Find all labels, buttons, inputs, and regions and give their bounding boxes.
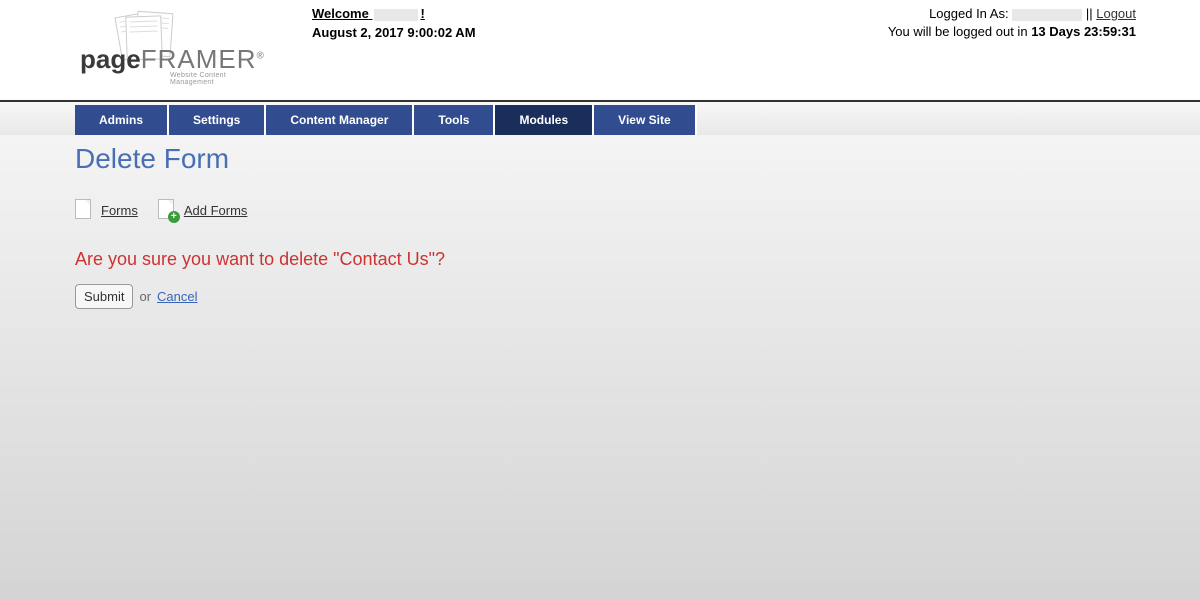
logged-in-line: Logged In As: xxxxxxx || Logout — [888, 6, 1136, 21]
header-right: Logged In As: xxxxxxx || Logout You will… — [888, 4, 1136, 100]
document-add-icon: + — [158, 199, 176, 221]
breadcrumb-add-forms[interactable]: + Add Forms — [158, 199, 248, 221]
forms-link[interactable]: Forms — [101, 203, 138, 218]
page-title: Delete Form — [75, 143, 1200, 175]
or-label: or — [139, 289, 151, 304]
header-center: Welcome xxxx! August 2, 2017 9:00:02 AM — [280, 4, 888, 100]
nav-tools[interactable]: Tools — [414, 105, 495, 135]
current-date: August 2, 2017 9:00:02 AM — [312, 25, 888, 40]
logo-tagline: Website Content Management — [170, 72, 250, 86]
confirm-message: Are you sure you want to delete "Contact… — [75, 249, 1200, 270]
logout-link[interactable]: Logout — [1096, 6, 1136, 21]
welcome-username: xxxx — [374, 9, 418, 21]
breadcrumb: Forms + Add Forms — [75, 199, 1200, 221]
submit-button[interactable]: Submit — [75, 284, 133, 309]
action-row: Submit or Cancel — [75, 284, 1200, 309]
plus-badge-icon: + — [168, 211, 180, 223]
add-forms-link[interactable]: Add Forms — [184, 203, 248, 218]
breadcrumb-forms[interactable]: Forms — [75, 199, 138, 221]
nav-content-manager[interactable]: Content Manager — [266, 105, 414, 135]
logo: pageFRAMER® Website Content Management — [80, 4, 280, 100]
content-area: Delete Form Forms + Add Forms Are you su… — [0, 135, 1200, 600]
nav-settings[interactable]: Settings — [169, 105, 266, 135]
nav-bar: Admins Settings Content Manager Tools Mo… — [0, 100, 1200, 135]
nav-modules[interactable]: Modules — [495, 105, 594, 135]
logo-text: pageFRAMER® — [80, 44, 264, 75]
nav-admins[interactable]: Admins — [75, 105, 169, 135]
nav-view-site[interactable]: View Site — [594, 105, 696, 135]
document-icon — [75, 199, 93, 221]
session-countdown: You will be logged out in 13 Days 23:59:… — [888, 24, 1136, 39]
header: pageFRAMER® Website Content Management W… — [0, 0, 1200, 100]
welcome-text: Welcome xxxx! — [312, 6, 888, 21]
logged-in-username: xxxxxxx — [1012, 9, 1082, 21]
cancel-link[interactable]: Cancel — [157, 289, 197, 304]
